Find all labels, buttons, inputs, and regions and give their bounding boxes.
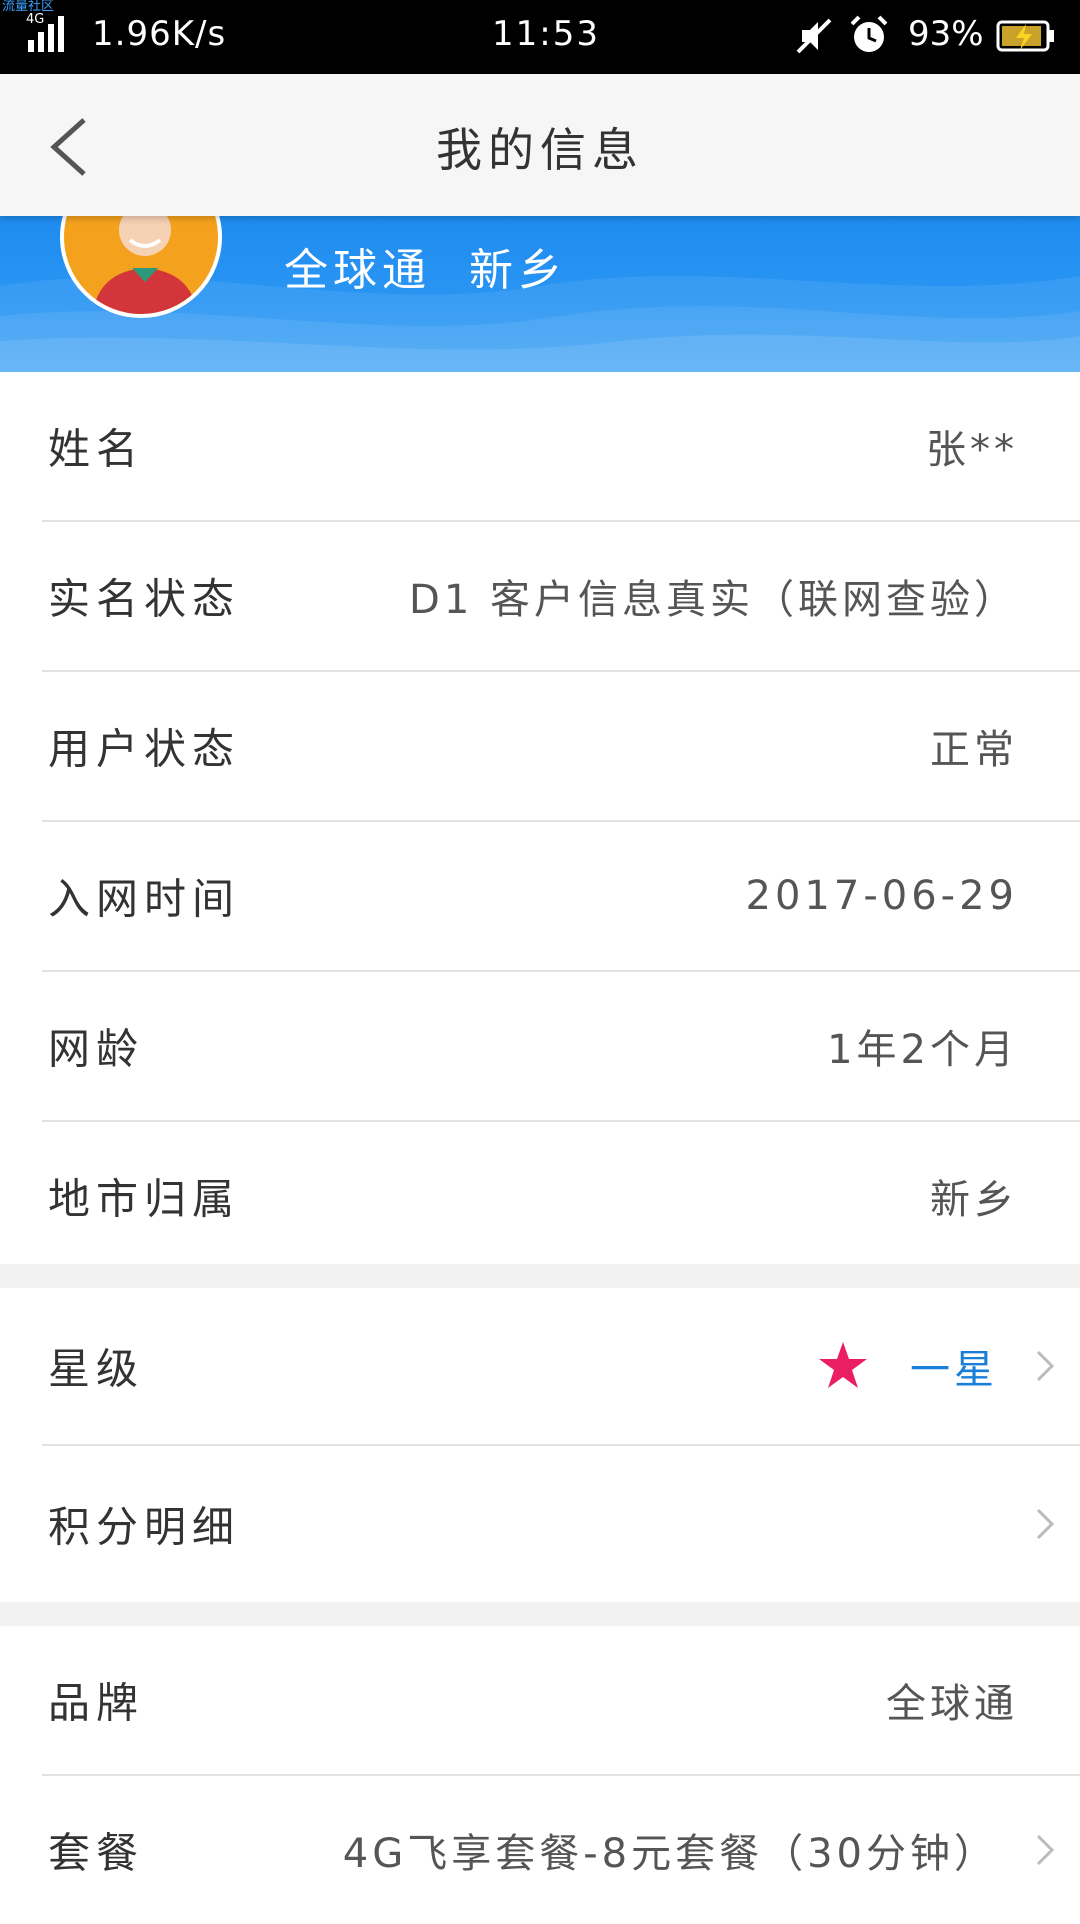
list-item-brand: 品牌 全球通 [42, 1626, 1080, 1776]
row-label: 入网时间 [48, 874, 241, 924]
row-value: 正常 [930, 727, 1018, 773]
profile-banner: 全球通 新乡 [0, 216, 1080, 372]
page-title: 我的信息 [436, 123, 644, 177]
plan-list: 品牌 全球通 套餐 4G飞享套餐-8元套餐（30分钟） [0, 1626, 1080, 1924]
alarm-icon [850, 15, 888, 52]
list-item-user-status: 用户状态 正常 [42, 672, 1080, 822]
clock: 11:53 [492, 14, 600, 54]
banner-brand: 全球通 [284, 245, 431, 296]
status-bar: 流量社区 4G 1.96K/s 11:53 93% [0, 0, 1080, 74]
level-list: 星级 一星 积分明细 [0, 1288, 1080, 1602]
list-item-package[interactable]: 套餐 4G飞享套餐-8元套餐（30分钟） [42, 1776, 1080, 1924]
row-value: 全球通 [886, 1681, 1018, 1727]
battery-charging-icon [996, 20, 1054, 52]
chevron-right-icon [1036, 1508, 1055, 1540]
star-level-text: 一星 [910, 1347, 998, 1393]
row-label: 积分明细 [48, 1502, 241, 1552]
row-value: 新乡 [930, 1177, 1018, 1223]
section-divider [0, 1264, 1080, 1288]
basic-info-list: 姓名 张** 实名状态 D1 客户信息真实（联网查验） 用户状态 正常 入网时间… [0, 372, 1080, 1270]
banner-info: 全球通 新乡 [284, 234, 605, 298]
app-header: 我的信息 [0, 74, 1080, 216]
star-level-value: 一星 [816, 1337, 998, 1395]
chevron-right-icon [1036, 1834, 1055, 1866]
network-type-label: 4G [26, 12, 45, 27]
section-divider [0, 1602, 1080, 1626]
row-label: 网龄 [48, 1024, 145, 1074]
row-label: 姓名 [48, 424, 145, 474]
row-value: 2017-06-29 [745, 873, 1018, 919]
mute-icon [796, 18, 832, 54]
list-item-realname-status: 实名状态 D1 客户信息真实（联网查验） [42, 522, 1080, 672]
list-item-star-level[interactable]: 星级 一星 [42, 1288, 1080, 1446]
battery-percent: 93% [908, 14, 984, 54]
row-label: 套餐 [48, 1828, 145, 1878]
row-value: 张** [926, 427, 1018, 473]
row-value: D1 客户信息真实（联网查验） [409, 577, 1018, 623]
list-item-city: 地市归属 新乡 [42, 1122, 1080, 1270]
row-label: 实名状态 [48, 574, 241, 624]
row-label: 用户状态 [48, 724, 241, 774]
chevron-right-icon [1036, 1350, 1055, 1382]
row-label: 星级 [48, 1344, 145, 1394]
star-icon [819, 1342, 867, 1388]
row-value: 4G飞享套餐-8元套餐（30分钟） [342, 1831, 998, 1877]
row-label: 品牌 [48, 1678, 145, 1728]
row-value: 1年2个月 [827, 1027, 1018, 1073]
banner-city: 新乡 [469, 245, 567, 296]
network-speed: 1.96K/s [92, 14, 227, 54]
list-item-name: 姓名 张** [42, 372, 1080, 522]
list-item-points-detail[interactable]: 积分明细 [42, 1446, 1080, 1602]
row-label: 地市归属 [48, 1174, 241, 1224]
list-item-network-age: 网龄 1年2个月 [42, 972, 1080, 1122]
list-item-join-date: 入网时间 2017-06-29 [42, 822, 1080, 972]
